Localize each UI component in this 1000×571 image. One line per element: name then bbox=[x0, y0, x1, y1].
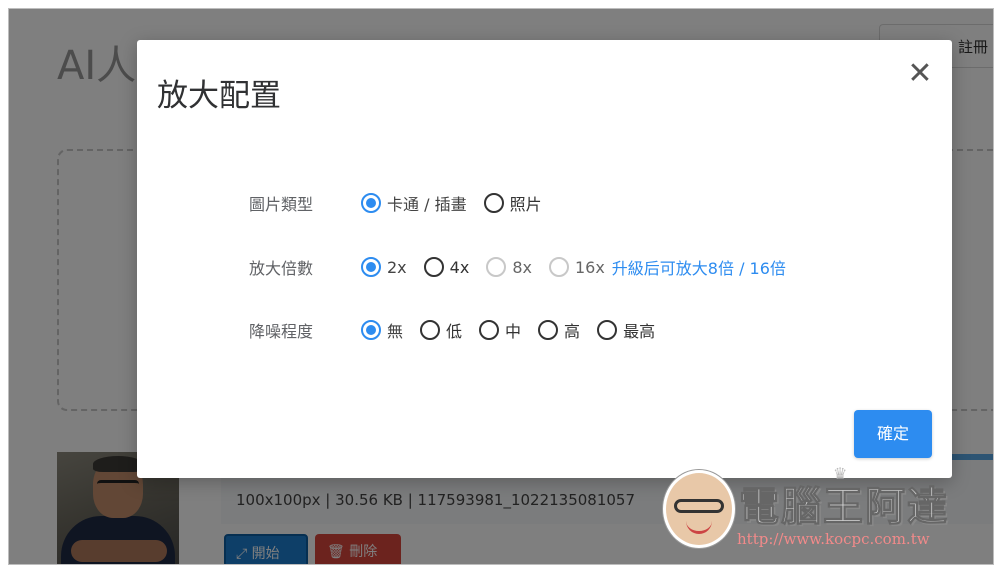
confirm-button[interactable]: 確定 bbox=[854, 410, 932, 458]
radio-denoise-none[interactable]: 無 bbox=[361, 318, 403, 342]
radio-unchecked-icon bbox=[483, 193, 504, 213]
denoise-row: 降噪程度 無 低 中 高 最高 bbox=[249, 315, 672, 345]
radio-unchecked-icon bbox=[479, 320, 500, 340]
upgrade-link[interactable]: 升級后可放大8倍 / 16倍 bbox=[612, 255, 786, 279]
radio-unchecked-icon bbox=[597, 320, 618, 340]
dialog-title: 放大配置 bbox=[157, 78, 281, 114]
radio-cartoon[interactable]: 卡通 / 插畫 bbox=[361, 191, 467, 215]
radio-disabled-icon bbox=[548, 257, 569, 277]
image-type-label: 圖片類型 bbox=[249, 195, 314, 214]
upscale-config-dialog: 放大配置 ✕ 圖片類型 卡通 / 插畫 照片 放大倍數 2x 4x 8x 16x… bbox=[137, 40, 952, 478]
watermark-text: 電腦王阿達 bbox=[739, 484, 949, 531]
scale-label: 放大倍數 bbox=[249, 259, 314, 278]
radio-scale-2x[interactable]: 2x bbox=[361, 257, 407, 277]
close-icon[interactable]: ✕ bbox=[905, 58, 935, 90]
radio-disabled-icon bbox=[486, 257, 507, 277]
watermark-url: http://www.kocpc.com.tw bbox=[737, 530, 930, 548]
radio-denoise-high[interactable]: 高 bbox=[538, 318, 580, 342]
denoise-label: 降噪程度 bbox=[249, 322, 314, 341]
radio-photo[interactable]: 照片 bbox=[483, 191, 542, 215]
radio-unchecked-icon bbox=[423, 257, 444, 277]
radio-denoise-medium[interactable]: 中 bbox=[479, 318, 521, 342]
radio-checked-icon bbox=[361, 257, 381, 277]
radio-scale-16x: 16x bbox=[548, 257, 605, 277]
radio-checked-icon bbox=[361, 320, 381, 340]
radio-scale-8x: 8x bbox=[486, 257, 532, 277]
radio-unchecked-icon bbox=[420, 320, 441, 340]
radio-unchecked-icon bbox=[538, 320, 559, 340]
radio-denoise-low[interactable]: 低 bbox=[420, 318, 462, 342]
watermark: ♛ 電腦王阿達 http://www.kocpc.com.tw bbox=[663, 464, 963, 564]
image-type-row: 圖片類型 卡通 / 插畫 照片 bbox=[249, 188, 559, 218]
radio-denoise-highest[interactable]: 最高 bbox=[597, 318, 655, 342]
scale-row: 放大倍數 2x 4x 8x 16x 升級后可放大8倍 / 16倍 bbox=[249, 252, 786, 282]
radio-checked-icon bbox=[361, 193, 381, 213]
radio-scale-4x[interactable]: 4x bbox=[423, 257, 469, 277]
app-frame: AI人工智能圖片放大 註冊 100x100px | 30.56 KB | 117… bbox=[8, 8, 994, 565]
mascot-logo bbox=[663, 470, 735, 548]
